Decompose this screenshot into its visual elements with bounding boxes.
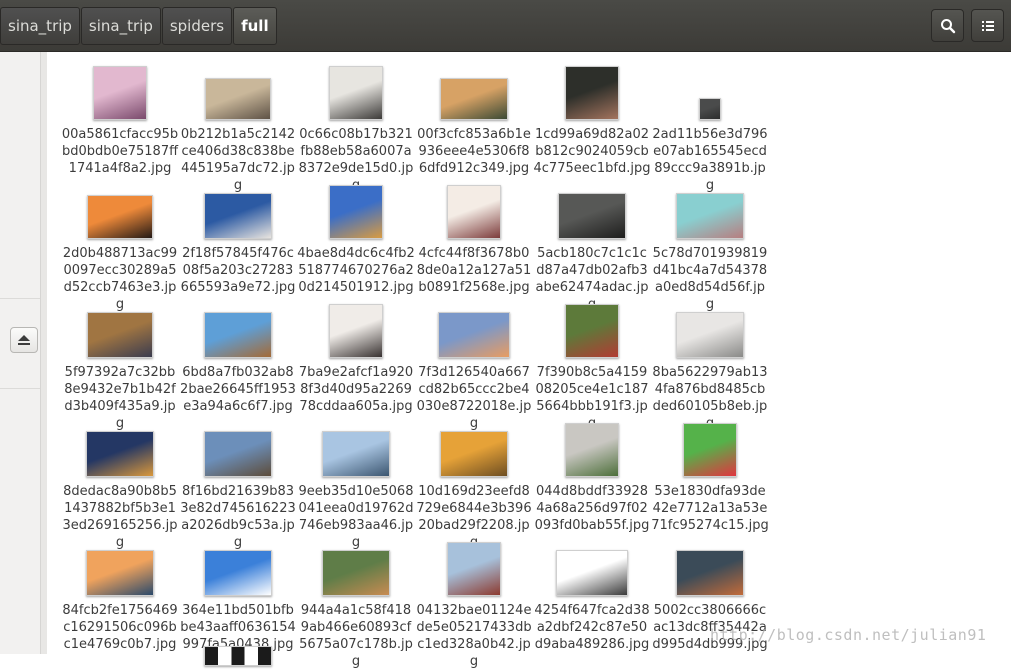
file-thumbnail xyxy=(440,78,508,120)
file-item[interactable]: 00f3cfc853a6b1e936eee4e5306f86dfd912c349… xyxy=(415,60,533,176)
eject-button[interactable] xyxy=(10,327,38,353)
file-item[interactable]: 5f97392a7c32bb8e9432e7b1b42fd3b409f435a9… xyxy=(61,298,179,431)
file-thumbnail xyxy=(204,193,272,239)
file-item[interactable]: 2ad11b56e3d796e07ab165545ecd89ccc9a3891b… xyxy=(651,60,769,193)
file-thumbnail xyxy=(322,550,390,596)
file-item[interactable]: 8dedac8a90b8b51437882bf5b3e13ed269165256… xyxy=(61,417,179,550)
breadcrumb-item[interactable]: sina_trip xyxy=(0,7,80,45)
file-name: 6bd8a7fb032ab82bae26645ff1953e3a94a6c6f7… xyxy=(180,365,296,414)
file-name: 1cd99a69d82a02b812c9024059cb4c775eec1bfd… xyxy=(533,127,651,176)
file-name: 4bae8d4dc6c4fb2518774670276a20d214501912… xyxy=(297,246,415,295)
file-thumbnail xyxy=(204,646,272,666)
file-thumbnail xyxy=(440,431,508,477)
file-thumbnail xyxy=(438,312,510,358)
file-item[interactable]: 6bd8a7fb032ab82bae26645ff1953e3a94a6c6f7… xyxy=(179,298,297,414)
sidebar-divider xyxy=(0,388,40,389)
file-thumbnail xyxy=(204,550,272,596)
file-thumbnail xyxy=(204,431,272,477)
file-thumbnail xyxy=(565,423,619,477)
file-thumbnail xyxy=(329,66,383,120)
file-thumbnail xyxy=(699,98,721,120)
file-thumbnail xyxy=(565,304,619,358)
file-item[interactable]: 8f16bd21639b833e82d745616223a2026db9c53a… xyxy=(179,417,297,550)
file-item[interactable]: 4cfc44f8f3678b08de0a12a127a51b0891f2568e… xyxy=(415,179,533,295)
file-item[interactable]: 044d8bddf339284a68a256d97f02093fd0bab55f… xyxy=(533,417,651,533)
file-item[interactable]: 364e11bd501bfbbe43aaff0636154997fa5a0438… xyxy=(179,536,297,652)
file-name: 00f3cfc853a6b1e936eee4e5306f86dfd912c349… xyxy=(417,127,531,176)
file-item[interactable]: 7ba9e2afcf1a9208f3d40d95a226978cddaa605a… xyxy=(297,298,415,414)
file-name: 2f18f57845f476c08f5a203c27283665593a9e72… xyxy=(180,246,296,295)
file-item[interactable]: 7f3d126540a667cd82b65ccc2be4030e8722018e… xyxy=(415,298,533,431)
file-thumbnail xyxy=(86,431,154,477)
search-icon xyxy=(940,18,955,33)
file-item[interactable]: 4254f647fca2d38a2dbf242c87e50d9aba489286… xyxy=(533,536,651,652)
file-name: 044d8bddf339284a68a256d97f02093fd0bab55f… xyxy=(534,484,650,533)
file-item[interactable]: 84fcb2fe1756469c16291506c096bc1e4769c0b7… xyxy=(61,536,179,652)
search-button[interactable] xyxy=(931,9,964,42)
file-thumbnail xyxy=(322,431,390,477)
file-item[interactable]: 5acb180c7c1c1cd87a47db02afb3abe62474adac… xyxy=(533,179,651,312)
file-item[interactable]: 53e1830dfa93de42e7712a13a53e71fc95274c15… xyxy=(651,417,769,533)
file-item[interactable]: 4bae8d4dc6c4fb2518774670276a20d214501912… xyxy=(297,179,415,295)
file-thumbnail xyxy=(87,195,153,239)
file-item[interactable]: 00a5861cfacc95bbd0bdb0e75187ff1741a4f8a2… xyxy=(61,60,179,176)
sidebar-divider xyxy=(0,298,40,299)
file-item[interactable]: 944a4a1c58f4189ab466e60893cf5675a07c178b… xyxy=(297,536,415,669)
breadcrumb-item[interactable]: spiders xyxy=(161,7,233,45)
file-name: 53e1830dfa93de42e7712a13a53e71fc95274c15… xyxy=(651,484,769,533)
file-item[interactable]: 1cd99a69d82a02b812c9024059cb4c775eec1bfd… xyxy=(533,60,651,176)
file-grid: 00a5861cfacc95bbd0bdb0e75187ff1741a4f8a2… xyxy=(47,52,1011,669)
breadcrumb-item-current[interactable]: full xyxy=(233,7,277,45)
file-item[interactable]: 8ba5622979ab134fa876bd8485cbded60105b8eb… xyxy=(651,298,769,431)
header-bar: sina_trip sina_trip spiders full xyxy=(0,0,1011,52)
file-thumbnail xyxy=(204,312,272,358)
file-item[interactable] xyxy=(179,646,297,666)
file-thumbnail xyxy=(447,542,501,596)
list-view-icon xyxy=(981,20,994,31)
file-item[interactable]: 9eeb35d10e5068041eea0d19762d746eb983aa46… xyxy=(297,417,415,550)
file-thumbnail xyxy=(329,304,383,358)
file-item[interactable]: 2f18f57845f476c08f5a203c27283665593a9e72… xyxy=(179,179,297,295)
file-item[interactable]: 7f390b8c5a415908205ce4e1c1875664bbb191f3… xyxy=(533,298,651,431)
file-item[interactable]: 2d0b488713ac990097ecc30289a5d52ccb7463e3… xyxy=(61,179,179,312)
file-thumbnail xyxy=(558,193,626,239)
file-name: 84fcb2fe1756469c16291506c096bc1e4769c0b7… xyxy=(62,603,178,652)
file-name: 00a5861cfacc95bbd0bdb0e75187ff1741a4f8a2… xyxy=(61,127,179,176)
file-thumbnail xyxy=(556,550,628,596)
file-thumbnail xyxy=(676,550,744,596)
file-thumbnail xyxy=(565,66,619,120)
file-item[interactable]: 04132bae01124ede5e05217433dbc1ed328a0b42… xyxy=(415,536,533,669)
file-item[interactable]: 0b212b1a5c2142ce406d38c838be445195a7dc72… xyxy=(179,60,297,193)
view-options-button[interactable] xyxy=(971,9,1004,42)
file-name: 7ba9e2afcf1a9208f3d40d95a226978cddaa605a… xyxy=(298,365,414,414)
file-name: 4254f647fca2d38a2dbf242c87e50d9aba489286… xyxy=(534,603,650,652)
file-thumbnail xyxy=(205,78,271,120)
file-thumbnail xyxy=(93,66,147,120)
file-item[interactable]: 5c78d701939819d41bc4a7d54378a0ed8d54d56f… xyxy=(651,179,769,312)
file-name: 4cfc44f8f3678b08de0a12a127a51b0891f2568e… xyxy=(416,246,532,295)
breadcrumb: sina_trip sina_trip spiders full xyxy=(0,7,278,47)
file-thumbnail xyxy=(87,312,153,358)
file-thumbnail xyxy=(329,185,383,239)
file-thumbnail xyxy=(676,193,744,239)
file-thumbnail xyxy=(683,423,737,477)
file-thumbnail xyxy=(86,550,154,596)
file-name: 04132bae01124ede5e05217433dbc1ed328a0b42… xyxy=(416,603,532,669)
file-item[interactable]: 10d169d23eefd8729e6844e3b39620bad29f2208… xyxy=(415,417,533,550)
file-item[interactable]: 0c66c08b17b321fb88eb58a6007a8372e9de15d0… xyxy=(297,60,415,193)
file-thumbnail xyxy=(447,185,501,239)
file-thumbnail xyxy=(676,312,744,358)
eject-icon xyxy=(18,335,30,345)
breadcrumb-item[interactable]: sina_trip xyxy=(80,7,161,45)
file-name: 944a4a1c58f4189ab466e60893cf5675a07c178b… xyxy=(299,603,413,669)
sidebar xyxy=(0,52,41,654)
watermark: http://blog.csdn.net/julian91 xyxy=(710,626,987,644)
